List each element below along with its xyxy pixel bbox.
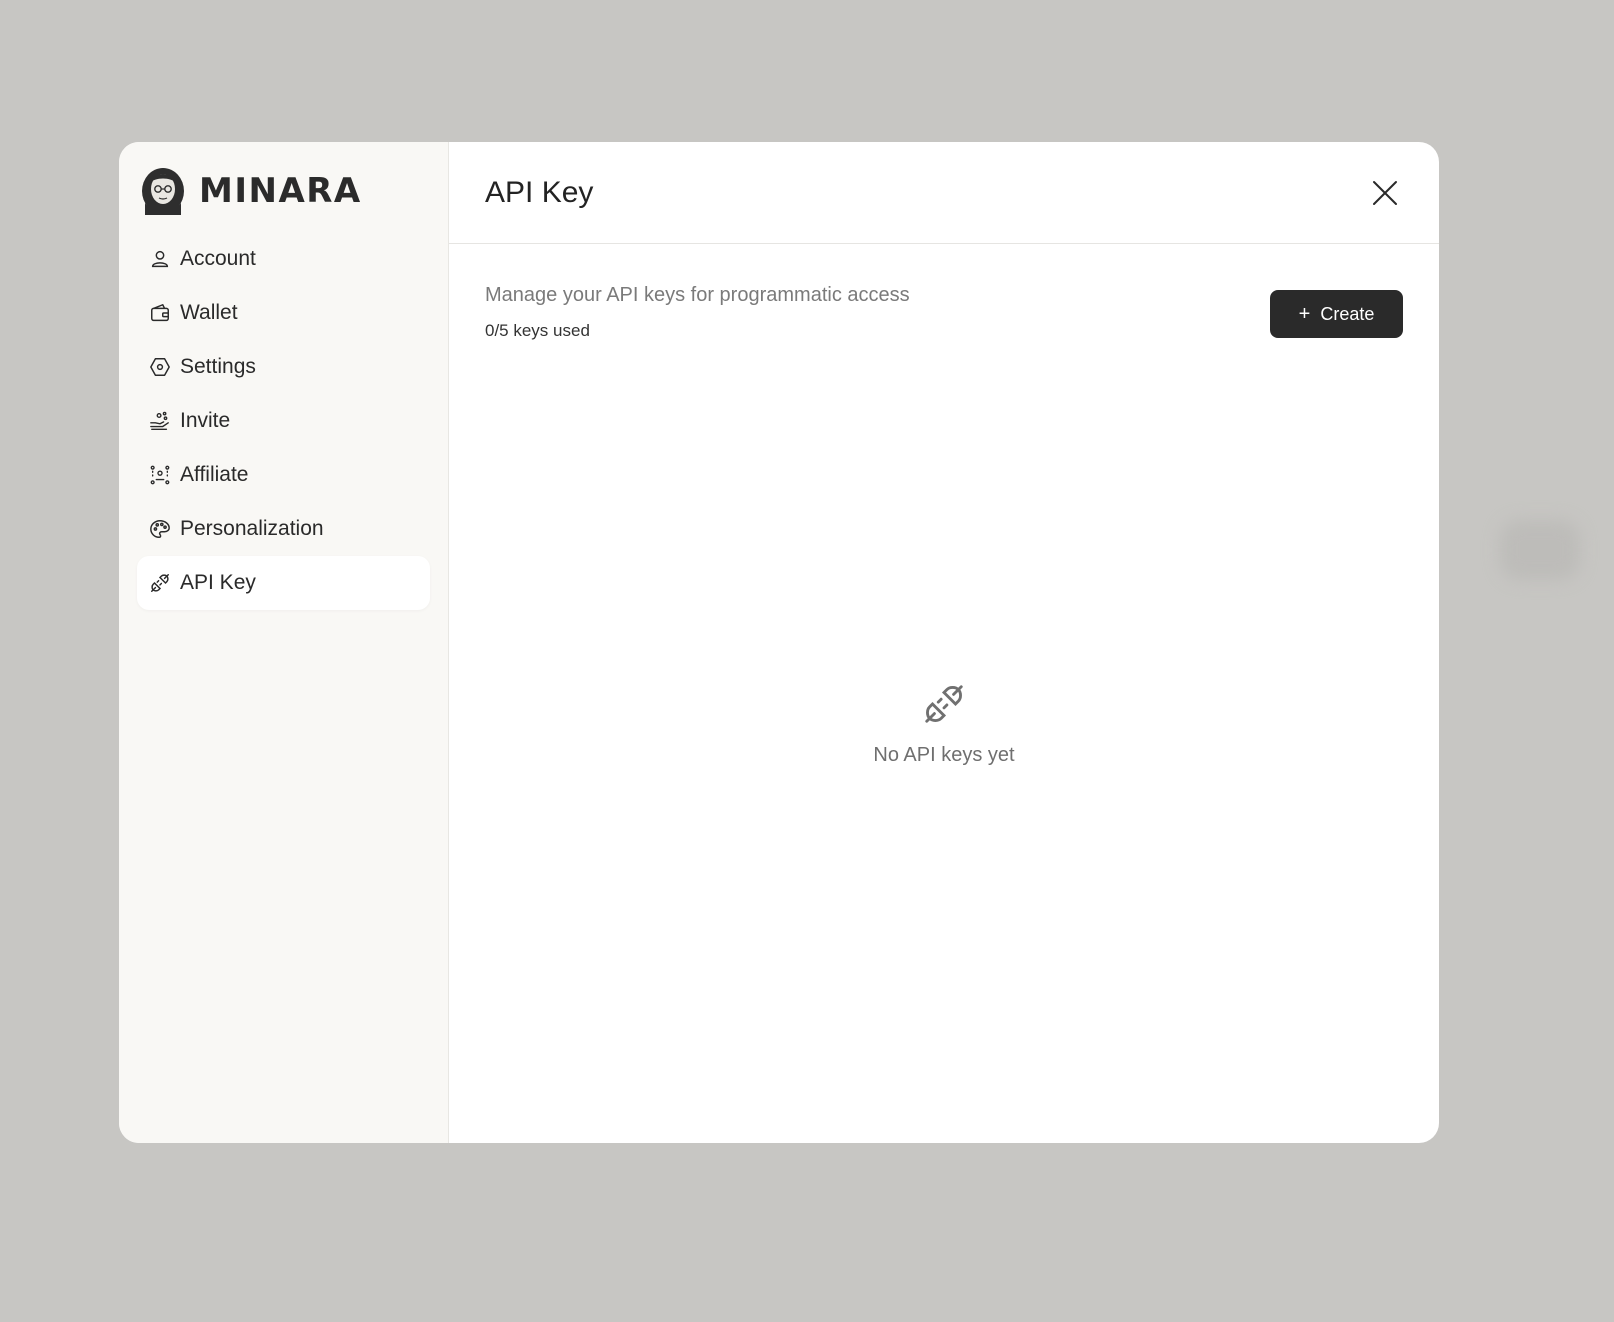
empty-state: No API keys yet: [449, 341, 1439, 1143]
page-title: API Key: [485, 175, 594, 209]
sidebar-item-account[interactable]: Account: [137, 232, 430, 286]
invite-icon: [149, 410, 171, 432]
wallet-icon: [149, 302, 171, 324]
plus-icon: +: [1298, 303, 1311, 325]
keys-usage: 0/5 keys used: [485, 321, 590, 340]
close-icon: [1373, 180, 1397, 205]
brand: MINARA: [141, 166, 430, 216]
main-panel: API Key Manage your API keys for program…: [449, 142, 1439, 1143]
sidebar-item-settings[interactable]: Settings: [137, 340, 430, 394]
sidebar-item-affiliate[interactable]: Affiliate: [137, 448, 430, 502]
create-button-label: Create: [1320, 303, 1375, 324]
sidebar-item-label: Account: [180, 247, 256, 270]
sidebar-item-label: Wallet: [180, 301, 238, 324]
empty-state-text: No API keys yet: [873, 744, 1015, 766]
plug-icon: [921, 681, 967, 732]
brand-name: MINARA: [199, 171, 362, 211]
sidebar-item-wallet[interactable]: Wallet: [137, 286, 430, 340]
main-header: API Key: [449, 142, 1439, 244]
plug-icon: [149, 572, 171, 594]
sidebar-item-personalization[interactable]: Personalization: [137, 502, 430, 556]
settings-modal: MINARA Account Wallet Settings Invite Af…: [119, 142, 1439, 1143]
settings-icon: [149, 356, 171, 378]
page-description: Manage your API keys for programmatic ac…: [485, 284, 910, 306]
sidebar: MINARA Account Wallet Settings Invite Af…: [119, 142, 449, 1143]
palette-icon: [149, 518, 171, 540]
api-key-summary: Manage your API keys for programmatic ac…: [449, 244, 1439, 341]
user-icon: [149, 248, 171, 270]
close-button[interactable]: [1367, 175, 1403, 211]
background-blur: [1500, 520, 1580, 580]
sidebar-item-invite[interactable]: Invite: [137, 394, 430, 448]
sidebar-item-label: API Key: [180, 571, 256, 594]
sidebar-item-label: Invite: [180, 409, 231, 432]
create-api-key-button[interactable]: + Create: [1270, 290, 1403, 338]
sidebar-item-label: Personalization: [180, 517, 324, 540]
sidebar-item-label: Affiliate: [180, 463, 249, 486]
affiliate-icon: [149, 464, 171, 486]
sidebar-item-label: Settings: [180, 355, 256, 378]
avatar: [142, 168, 184, 215]
sidebar-item-api-key[interactable]: API Key: [137, 556, 430, 610]
